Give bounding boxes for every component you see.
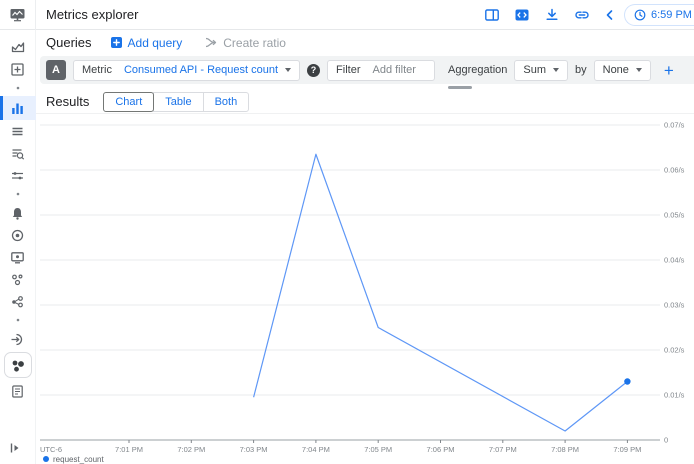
sidebar-item-node-graph-icon[interactable]: [0, 290, 36, 312]
y-axis-tick-label: 0.07/s: [664, 121, 685, 130]
create-ratio-label: Create ratio: [223, 36, 286, 50]
sidebar-item-list-icon[interactable]: [0, 120, 36, 142]
sidebar-item-overview-chart-icon[interactable]: [0, 36, 36, 58]
results-label: Results: [46, 94, 89, 109]
group-by-dropdown[interactable]: None: [594, 60, 651, 81]
sidebar-item-uptime-target-icon[interactable]: [0, 224, 36, 246]
sidebar-item-cluster-icon[interactable]: [0, 268, 36, 290]
sidebar-item-log-search-icon[interactable]: [0, 142, 36, 164]
sidebar-item-screen-icon[interactable]: [0, 246, 36, 268]
queries-bar: Queries Add query Create ratio: [36, 30, 694, 55]
sidebar-item-settings-doc-icon[interactable]: [0, 380, 36, 402]
add-aggregation-button[interactable]: +: [658, 62, 680, 79]
left-nav-sidebar: [0, 30, 36, 464]
help-icon[interactable]: ?: [307, 64, 320, 77]
tab-table[interactable]: Table: [153, 92, 203, 112]
x-axis-tick-label: 7:01 PM: [115, 445, 143, 454]
x-axis-tick-label: 7:07 PM: [489, 445, 517, 454]
link-icon[interactable]: [574, 7, 590, 23]
y-axis-tick-label: 0.04/s: [664, 256, 685, 265]
y-axis-tick-label: 0.01/s: [664, 391, 685, 400]
group-by-value: None: [603, 64, 629, 76]
y-axis-tick-label: 0.02/s: [664, 346, 685, 355]
main-content: Queries Add query Create ratio A: [36, 30, 694, 464]
chevron-down-icon: [285, 68, 291, 72]
filter-label: Filter: [336, 64, 360, 76]
x-axis-tick-label: 7:08 PM: [551, 445, 579, 454]
metric-value: Consumed API - Request count: [124, 64, 278, 76]
legend-swatch: [43, 456, 49, 462]
results-bar: Results Chart Table Both: [36, 90, 694, 114]
metrics-line-chart[interactable]: 0.07/s 0.06/s 0.05/s 0.04/s 0.03/s 0.02/s 0.01…: [36, 114, 694, 464]
chevron-down-icon: [636, 68, 642, 72]
add-query-button[interactable]: Add query: [110, 36, 183, 50]
time-range-value: 6:59 PM - 7:0: [651, 9, 694, 21]
x-axis-tick-label: 7:03 PM: [240, 445, 268, 454]
legend-label: request_count: [53, 455, 104, 464]
y-axis-tick-label: 0.05/s: [664, 211, 685, 220]
chart-legend[interactable]: request_count: [43, 455, 104, 464]
page-title: Metrics explorer: [46, 7, 138, 22]
x-axis-tick-label: 7:02 PM: [177, 445, 205, 454]
add-box-icon: [110, 36, 123, 49]
aggregation-label: Aggregation: [448, 64, 507, 76]
legend-panel-icon[interactable]: [484, 7, 500, 23]
metric-label: Metric: [82, 64, 112, 76]
sidebar-item-alerting-bell-icon[interactable]: [0, 202, 36, 224]
time-range-picker[interactable]: 6:59 PM - 7:0: [624, 4, 694, 26]
sidebar-item-dot-separator: [0, 80, 36, 96]
top-header: Metrics explorer: [0, 0, 694, 30]
sidebar-item-metrics-explorer-bars-icon[interactable]: [0, 96, 36, 120]
header-actions: 6:59 PM - 7:0: [484, 4, 694, 26]
horizontal-scrollbar-thumb[interactable]: [448, 86, 472, 89]
monitoring-logo-icon: [0, 0, 36, 30]
x-axis-tick-label: 7:06 PM: [427, 445, 455, 454]
metric-dropdown[interactable]: Metric Consumed API - Request count: [73, 60, 300, 81]
y-axis-tick-label: 0.06/s: [664, 166, 685, 175]
chevron-down-icon: [553, 68, 559, 72]
y-axis-tick-label: 0.03/s: [664, 301, 685, 310]
create-ratio-button[interactable]: Create ratio: [204, 36, 286, 50]
tab-chart[interactable]: Chart: [103, 92, 154, 112]
view-toggle-group: Chart Table Both: [103, 92, 249, 112]
x-axis-tick-label: 7:04 PM: [302, 445, 330, 454]
chevron-left-icon[interactable]: [604, 9, 616, 21]
expand-panel-icon[interactable]: [0, 441, 22, 460]
y-axis-tick-label: 0: [664, 436, 668, 445]
sidebar-item-dashboards-grid-icon[interactable]: [0, 58, 36, 80]
series-endpoint-marker[interactable]: [624, 378, 630, 384]
code-editor-icon[interactable]: [514, 7, 530, 23]
query-letter-badge: A: [46, 60, 66, 80]
queries-title: Queries: [46, 35, 92, 50]
series-line-request_count[interactable]: [254, 154, 628, 431]
create-ratio-icon: [204, 36, 218, 49]
filter-input[interactable]: Filter Add filter: [327, 60, 435, 81]
sidebar-item-dot-separator: [0, 312, 36, 328]
x-axis-tick-label: 7:09 PM: [613, 445, 641, 454]
filter-placeholder: Add filter: [373, 64, 416, 76]
query-builder-strip: A Metric Consumed API - Request count ? …: [40, 56, 694, 84]
sidebar-item-trace-icon[interactable]: [0, 164, 36, 186]
sidebar-item-groups-cluster-icon[interactable]: [4, 352, 32, 378]
x-axis-tick-label: 7:05 PM: [364, 445, 392, 454]
timezone-label: UTC-6: [40, 445, 62, 454]
query-builder-row: A Metric Consumed API - Request count ? …: [36, 56, 694, 89]
by-label: by: [575, 64, 587, 76]
download-icon[interactable]: [544, 7, 560, 23]
chart-panel: 0.07/s 0.06/s 0.05/s 0.04/s 0.03/s 0.02/s 0.01…: [36, 114, 694, 464]
sidebar-item-integrations-arrow-icon[interactable]: [0, 328, 36, 350]
aggregation-value: Sum: [523, 64, 546, 76]
sidebar-item-dot-separator: [0, 186, 36, 202]
metrics-explorer-app: Metrics explorer: [0, 0, 694, 464]
tab-both[interactable]: Both: [203, 92, 250, 112]
aggregation-dropdown[interactable]: Sum: [514, 60, 568, 81]
clock-icon: [634, 9, 646, 21]
add-query-label: Add query: [128, 36, 183, 50]
